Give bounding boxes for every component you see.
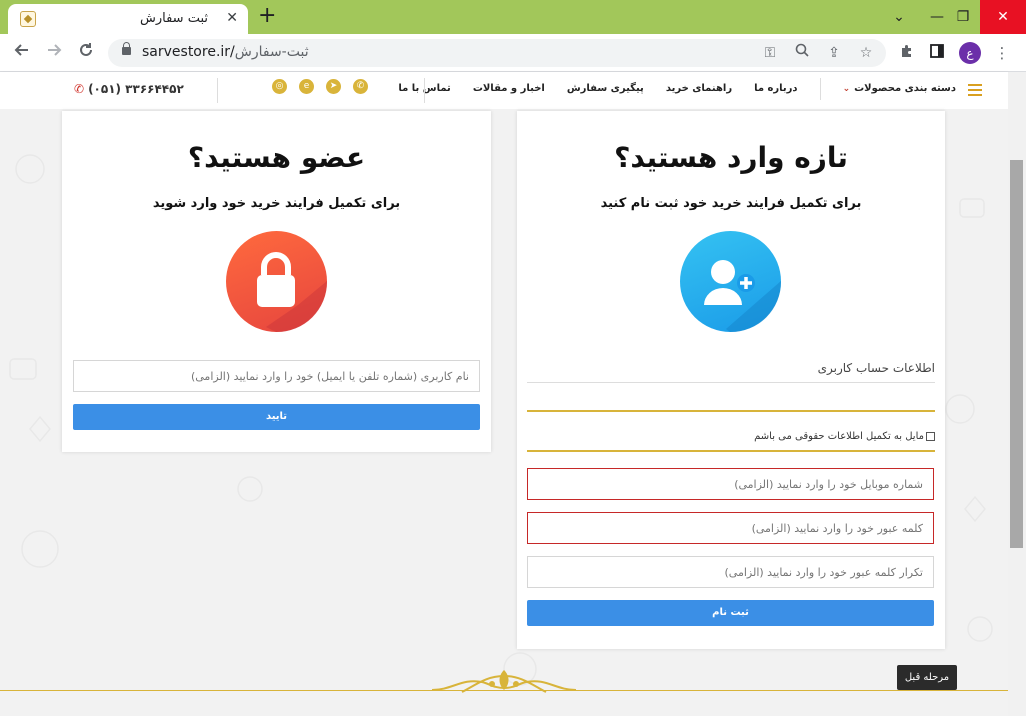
forward-arrow-icon xyxy=(48,44,62,56)
browser-tab[interactable]: ثبت سفارش ✕ xyxy=(8,4,248,34)
back-button[interactable] xyxy=(10,41,34,65)
forward-button[interactable] xyxy=(42,41,66,65)
legal-info-option: مایل به تکمیل اطلاعات حقوقی می باشم xyxy=(754,431,935,442)
browser-titlebar: ثبت سفارش ✕ + ⌄ — ❐ ✕ xyxy=(0,0,1026,34)
eitaa-icon[interactable]: e xyxy=(299,79,314,94)
login-submit-button[interactable]: تایید xyxy=(73,404,480,430)
phone-link[interactable]: ✆ (۰۵۱) ۳۳۶۶۴۴۵۲ xyxy=(74,82,184,96)
browser-toolbar: sarvestore.ir/ثبت-سفارش ⚿ ⇪ ☆ ع ⋮ xyxy=(0,34,1026,72)
chevron-down-icon: ⌄ xyxy=(842,84,851,94)
profile-avatar[interactable]: ع xyxy=(959,42,981,64)
instagram-icon[interactable]: ◎ xyxy=(272,79,287,94)
register-subtitle: برای تکمیل فرایند خرید خود ثبت نام کنید xyxy=(600,196,862,211)
nav-item-about[interactable]: درباره ما xyxy=(754,83,798,100)
nav-item-guide[interactable]: راهنمای خرید xyxy=(666,83,732,100)
add-user-icon xyxy=(680,231,782,333)
username-input[interactable] xyxy=(73,360,480,392)
password-repeat-input[interactable] xyxy=(527,556,934,588)
social-links: ◎ e ➤ ✆ xyxy=(272,79,368,94)
scrollbar-thumb[interactable] xyxy=(1010,160,1023,548)
mobile-input[interactable] xyxy=(527,468,934,500)
header-divider xyxy=(217,78,218,103)
site-favicon-icon xyxy=(20,11,36,27)
nav-divider xyxy=(819,78,821,100)
reload-button[interactable] xyxy=(74,41,98,65)
tab-title: ثبت سفارش xyxy=(139,11,208,26)
legal-info-label: مایل به تکمیل اطلاعات حقوقی می باشم xyxy=(754,431,924,442)
account-info-label: اطلاعات حساب کاربری xyxy=(817,361,935,375)
close-window-button[interactable]: ✕ xyxy=(980,0,1026,34)
register-submit-button[interactable]: ثبت نام xyxy=(527,600,934,626)
reload-icon xyxy=(80,43,92,56)
hamburger-menu-icon[interactable] xyxy=(968,84,982,96)
nav-item-news[interactable]: اخبار و مقالات xyxy=(473,83,545,100)
gold-divider xyxy=(527,450,935,452)
back-arrow-icon xyxy=(14,44,28,56)
address-bar[interactable]: sarvestore.ir/ثبت-سفارش ⚿ ⇪ ☆ xyxy=(108,39,886,67)
new-tab-button[interactable]: + xyxy=(258,4,276,28)
tab-close-icon[interactable]: ✕ xyxy=(226,10,238,26)
login-subtitle: برای تکمیل فرایند خرید خود وارد شوید xyxy=(152,196,401,211)
zoom-icon[interactable] xyxy=(792,43,812,63)
register-title: تازه وارد هستید؟ xyxy=(614,141,848,174)
lock-icon xyxy=(226,231,328,333)
nav-item-categories[interactable]: دسته بندی محصولات⌄ xyxy=(843,83,956,100)
phone-icon: ✆ xyxy=(74,82,85,96)
site-header: دسته بندی محصولات⌄ درباره ما راهنمای خری… xyxy=(0,72,1008,109)
url-text: sarvestore.ir/ثبت-سفارش xyxy=(142,44,309,60)
register-card: تازه وارد هستید؟ برای تکمیل فرایند خرید … xyxy=(517,111,945,649)
password-input[interactable] xyxy=(527,512,934,544)
login-title: عضو هستید؟ xyxy=(187,141,366,174)
lock-icon xyxy=(122,42,131,55)
telegram-icon[interactable]: ➤ xyxy=(326,79,341,94)
gold-ornament-icon xyxy=(431,668,577,700)
extensions-puzzle-icon[interactable] xyxy=(897,43,917,63)
gold-divider xyxy=(527,410,935,412)
key-icon[interactable]: ⚿ xyxy=(760,43,780,63)
nav-item-tracking[interactable]: پیگیری سفارش xyxy=(567,83,644,100)
chrome-menu-icon[interactable]: ⋮ xyxy=(992,43,1012,63)
share-icon[interactable]: ⇪ xyxy=(824,43,844,63)
header-divider xyxy=(424,78,425,103)
bookmark-star-icon[interactable]: ☆ xyxy=(856,43,876,63)
whatsapp-icon[interactable]: ✆ xyxy=(353,79,368,94)
side-panel-icon[interactable] xyxy=(927,43,947,63)
prev-step-button[interactable]: مرحله قبل xyxy=(897,665,957,690)
login-card: عضو هستید؟ برای تکمیل فرایند خرید خود وا… xyxy=(62,111,491,452)
legal-info-checkbox[interactable] xyxy=(926,432,935,441)
divider xyxy=(527,382,935,383)
main-nav: دسته بندی محصولات⌄ درباره ما راهنمای خری… xyxy=(398,78,956,100)
